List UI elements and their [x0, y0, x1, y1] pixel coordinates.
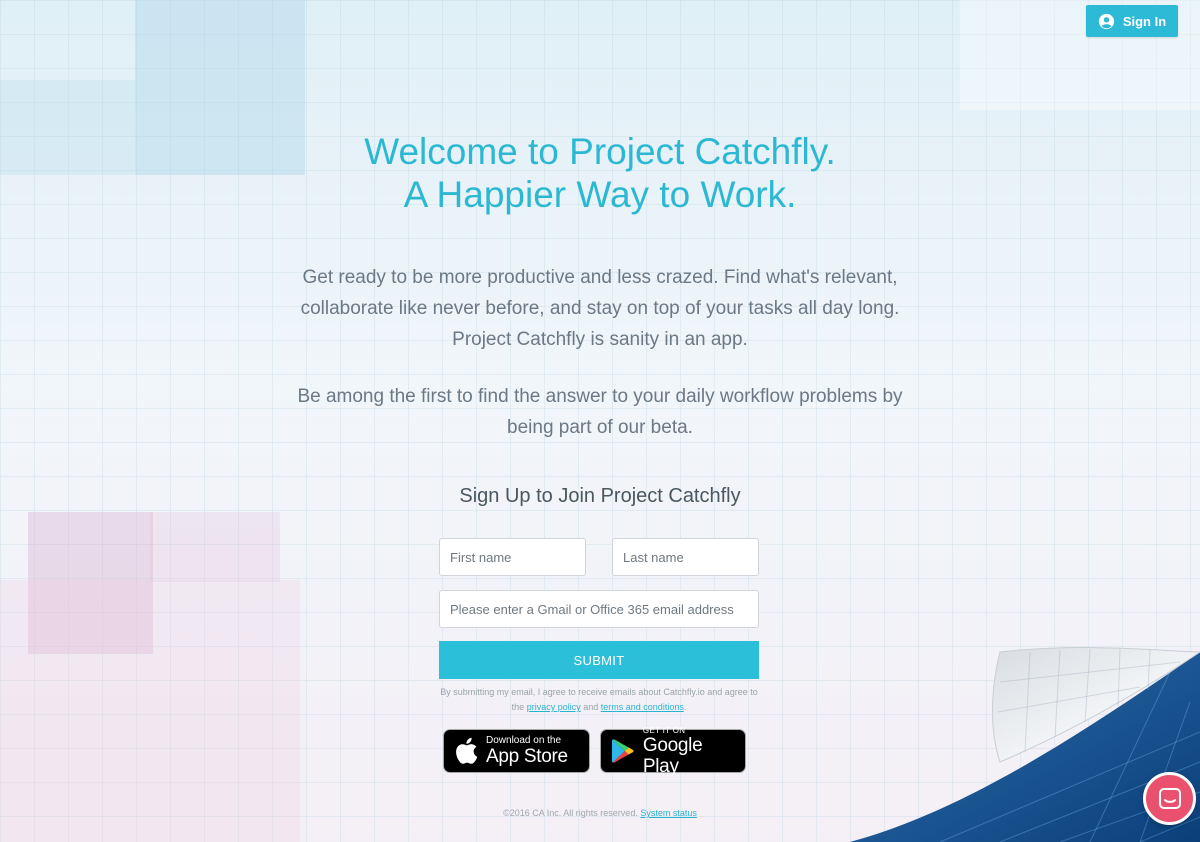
signup-form: SUBMIT By submitting my email, I agree t…: [439, 538, 759, 715]
beta-line: Be among the first to find the answer to…: [297, 386, 903, 407]
last-name-input[interactable]: [612, 538, 759, 576]
intro-line: Get ready to be more productive and less…: [302, 267, 898, 288]
terms-notice: By submitting my email, I agree to recei…: [439, 685, 759, 715]
intro-paragraph: Get ready to be more productive and less…: [290, 262, 910, 355]
user-icon: [1098, 13, 1114, 29]
terms-text: By submitting my email, I agree to recei…: [440, 687, 758, 712]
app-store-big: App Store: [486, 746, 568, 767]
app-store-small: Download on the: [486, 735, 562, 746]
email-input[interactable]: [439, 590, 759, 628]
submit-button[interactable]: SUBMIT: [439, 641, 759, 679]
privacy-policy-link[interactable]: privacy policy: [527, 702, 581, 712]
title-line: A Happier Way to Work.: [403, 174, 797, 215]
intro-line: collaborate like never before, and stay …: [300, 298, 900, 319]
chat-launcher-button[interactable]: [1143, 772, 1196, 825]
title-line: Welcome to Project Catchfly.: [364, 131, 836, 172]
background-block: [150, 512, 280, 582]
terms-period: .: [683, 702, 687, 712]
sign-in-label: Sign In: [1122, 13, 1167, 29]
google-play-badge[interactable]: GET IT ON Google Play: [600, 726, 746, 777]
copyright-text: ©2016 CA Inc. All rights reserved.: [503, 808, 638, 818]
google-play-icon: [611, 739, 634, 763]
background-block: [0, 580, 300, 842]
intro-line: Project Catchfly is sanity in an app.: [452, 329, 748, 350]
app-store-badge[interactable]: Download on the App Store: [443, 729, 590, 773]
first-name-input[interactable]: [439, 538, 586, 576]
beta-line: being part of our beta.: [507, 417, 693, 438]
terms-and-text: and: [583, 702, 599, 712]
chat-icon: [1158, 787, 1181, 809]
page-title: Welcome to Project Catchfly. A Happier W…: [0, 130, 1200, 216]
app-store-text: Download on the App Store: [486, 735, 568, 767]
terms-conditions-link[interactable]: terms and conditions: [601, 702, 684, 712]
name-row: [439, 538, 759, 576]
google-play-big: Google Play: [642, 734, 703, 777]
beta-paragraph: Be among the first to find the answer to…: [280, 381, 920, 443]
store-badges: Download on the App Store GET IT ON Goog…: [443, 726, 746, 777]
google-play-small: GET IT ON: [642, 725, 686, 735]
google-play-text: GET IT ON Google Play: [643, 726, 735, 777]
system-status-link[interactable]: System status: [640, 808, 697, 818]
footer: ©2016 CA Inc. All rights reserved. Syste…: [0, 808, 1200, 818]
sign-in-button[interactable]: Sign In: [1086, 5, 1178, 37]
apple-icon: [456, 737, 478, 764]
hero-section: Welcome to Project Catchfly. A Happier W…: [0, 130, 1200, 508]
signup-heading: Sign Up to Join Project Catchfly: [459, 485, 741, 507]
